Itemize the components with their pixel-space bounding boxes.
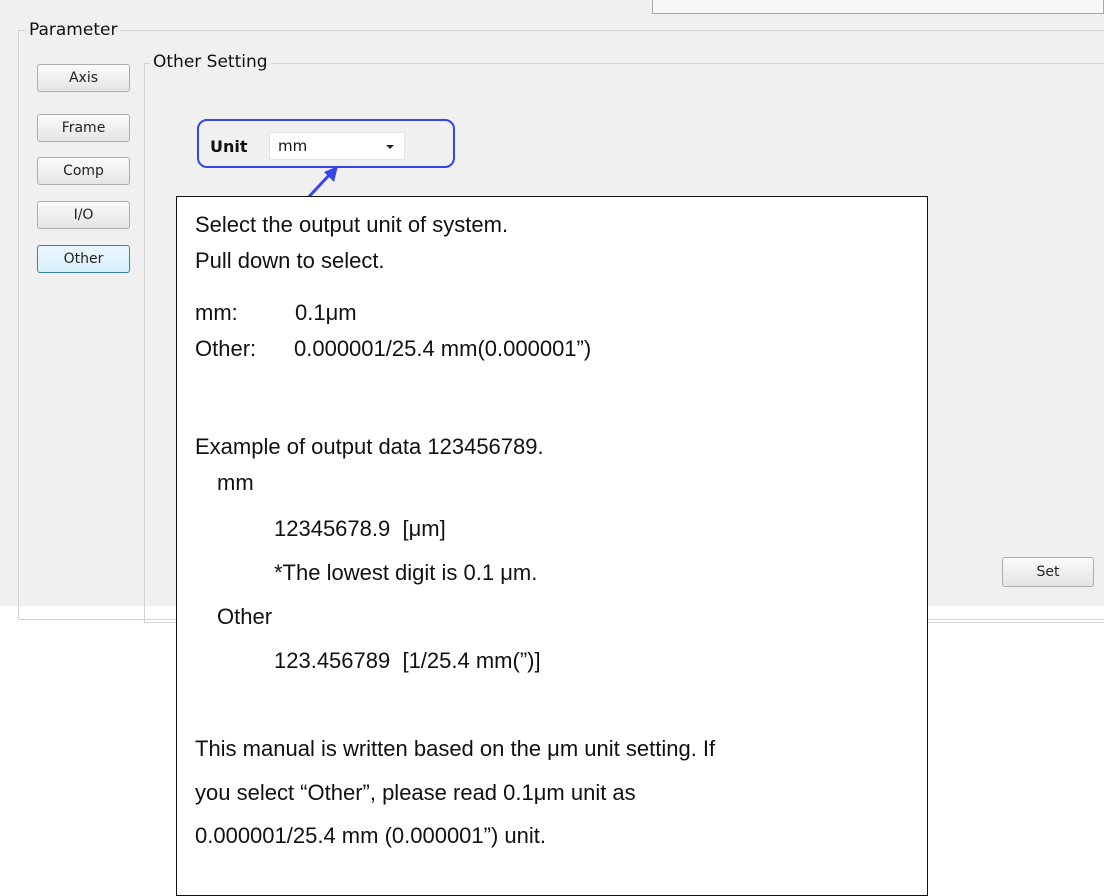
note-line: 0.000001/25.4 mm(0.000001”) — [294, 336, 592, 361]
note-line: 0.000001/25.4 mm (0.000001”) unit. — [195, 823, 547, 848]
note-line: mm — [217, 470, 254, 495]
explanation-note: Select the output unit of system. Pull d… — [176, 196, 928, 896]
note-line: Pull down to select. — [195, 248, 385, 273]
parameter-title: Parameter — [26, 20, 121, 40]
note-line: Select the output unit of system. — [195, 212, 509, 237]
note-line: *The lowest digit is 0.1 μm. — [274, 560, 538, 585]
note-line: Other — [217, 604, 273, 629]
note-line: 0.1μm — [295, 300, 357, 325]
note-line: This manual is written based on the μm u… — [195, 736, 716, 761]
io-button[interactable]: I/O — [37, 201, 130, 229]
note-line: Example of output data 123456789. — [195, 434, 544, 459]
frame-button[interactable]: Frame — [37, 114, 130, 142]
set-button[interactable]: Set — [1002, 557, 1094, 587]
other-setting-title: Other Setting — [150, 52, 271, 72]
top-scrollbar[interactable] — [652, 0, 1104, 14]
note-line: 123.456789 [1/25.4 mm(”)] — [274, 648, 541, 673]
axis-button[interactable]: Axis — [37, 64, 130, 92]
other-button[interactable]: Other — [37, 245, 130, 273]
note-line: you select “Other”, please read 0.1μm un… — [195, 780, 636, 805]
note-line: mm: — [195, 300, 238, 325]
comp-button[interactable]: Comp — [37, 157, 130, 185]
note-line: Other: — [195, 336, 257, 361]
note-line: 12345678.9 [μm] — [274, 516, 446, 541]
